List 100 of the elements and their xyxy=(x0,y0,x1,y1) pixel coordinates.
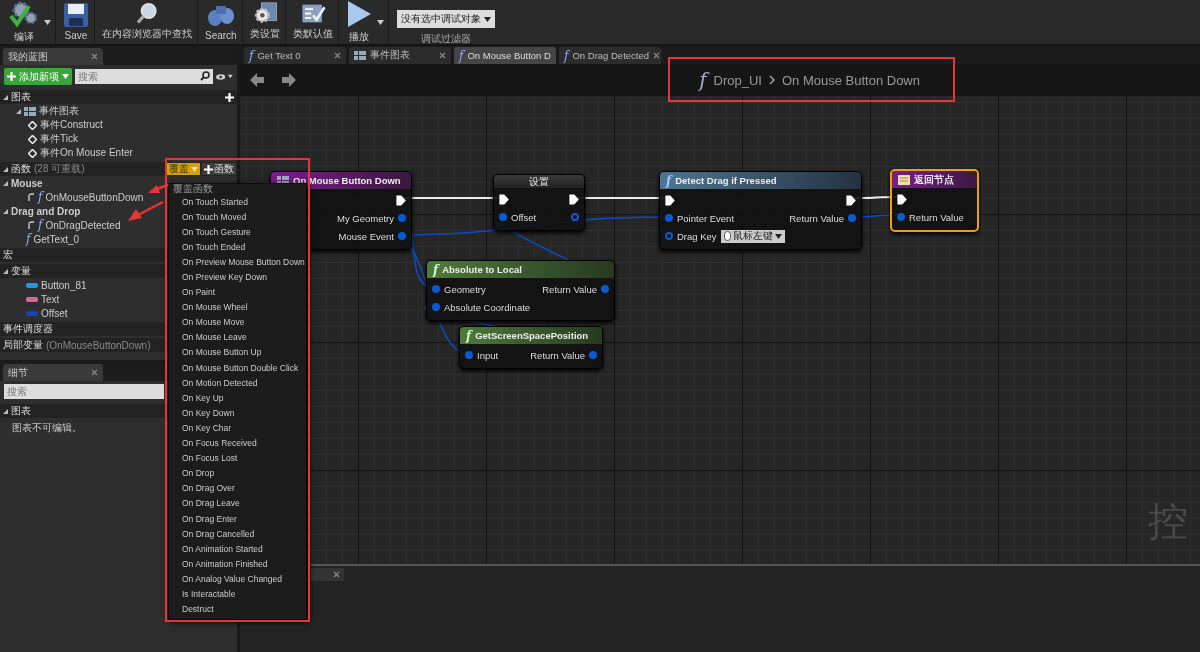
menu-item[interactable]: On Mouse Button Double Click xyxy=(182,360,299,376)
tree-item[interactable]: f GetText_0 xyxy=(0,232,83,246)
expand-arrow-icon[interactable] xyxy=(3,408,8,414)
data-pin[interactable] xyxy=(398,232,406,240)
toolbar-button[interactable]: 类设置 xyxy=(244,0,286,44)
close-icon[interactable] xyxy=(91,53,98,60)
graph-tab[interactable]: f Get Text 0 xyxy=(244,47,346,64)
expand-arrow-icon[interactable] xyxy=(3,166,8,172)
menu-item[interactable]: On Animation Finished xyxy=(182,556,268,572)
close-icon[interactable] xyxy=(653,52,661,59)
graph-node[interactable]: f Absolute to Local Geometry Return Value Absolute Coordinate xyxy=(426,260,615,321)
search-field[interactable]: 搜索 xyxy=(4,384,164,399)
close-icon[interactable] xyxy=(91,369,98,376)
eye-icon[interactable] xyxy=(216,72,226,81)
data-pin[interactable] xyxy=(848,214,856,222)
override-button[interactable]: 覆盖 xyxy=(167,163,200,175)
data-pin[interactable] xyxy=(601,285,609,293)
expand-arrow-icon[interactable] xyxy=(16,108,21,114)
menu-item[interactable]: On Mouse Wheel xyxy=(182,299,248,315)
graph-tab[interactable]: 事件图表 xyxy=(349,47,451,64)
graph-node[interactable]: 返回节点 Return Value xyxy=(890,169,979,232)
menu-item[interactable]: On Drag Over xyxy=(182,480,235,496)
menu-item[interactable]: On Touch Started xyxy=(182,194,248,210)
search-field[interactable]: 搜索 xyxy=(75,69,213,84)
close-icon[interactable] xyxy=(333,571,340,578)
section-header[interactable]: 函数 (28 可重载) 覆盖 函数 xyxy=(0,162,237,176)
menu-item[interactable]: On Focus Lost xyxy=(182,450,238,466)
section-header[interactable]: 图表 xyxy=(0,90,237,104)
menu-item[interactable]: On Touch Gesture xyxy=(182,224,251,240)
data-pin[interactable] xyxy=(897,213,905,221)
graph-tab[interactable]: f On Mouse Button D xyxy=(454,47,556,64)
graph-node[interactable]: 设置 Offset xyxy=(493,174,585,231)
expand-arrow-icon[interactable] xyxy=(3,268,8,274)
data-pin[interactable] xyxy=(571,213,579,221)
data-pin[interactable] xyxy=(398,214,406,222)
menu-item[interactable]: Destruct xyxy=(182,601,214,617)
exec-pin[interactable] xyxy=(569,193,579,205)
expand-arrow-icon[interactable] xyxy=(3,180,8,186)
panel-tab[interactable]: 细节 xyxy=(3,364,103,381)
exec-pin[interactable] xyxy=(846,194,856,206)
key-dropdown[interactable]: 鼠标左键 xyxy=(720,229,785,243)
tree-item[interactable]: f OnDragDetected xyxy=(0,218,124,232)
add-function-button[interactable]: 函数 xyxy=(202,163,236,175)
caret-icon xyxy=(62,74,69,79)
tree-item[interactable]: Drag and Drop xyxy=(0,204,84,218)
data-pin[interactable] xyxy=(589,351,597,359)
toolbar-button[interactable]: Save xyxy=(58,0,95,44)
menu-item[interactable]: On Paint xyxy=(182,284,216,300)
back-arrow-icon[interactable] xyxy=(250,73,264,87)
exec-pin[interactable] xyxy=(897,193,907,205)
breadcrumb-item[interactable]: On Mouse Button Down xyxy=(781,72,920,88)
debug-filter-dropdown[interactable]: 没有选中调试对象 xyxy=(396,10,495,28)
graph-tab[interactable]: f On Drag Detected xyxy=(559,47,661,64)
expand-arrow-icon[interactable] xyxy=(3,208,8,214)
tree-item[interactable]: f OnMouseButtonDown xyxy=(0,190,147,204)
menu-item[interactable]: On Motion Detected xyxy=(182,375,258,391)
tree-item[interactable]: Button_81 xyxy=(0,278,90,292)
tree-item[interactable]: 事件图表 xyxy=(0,104,82,118)
menu-item[interactable]: On Focus Received xyxy=(182,435,257,451)
menu-item[interactable]: On Key Char xyxy=(182,420,232,436)
menu-item[interactable]: On Key Up xyxy=(182,390,224,406)
toolbar-button[interactable]: 在内容浏览器中查找 xyxy=(97,0,198,44)
add-button[interactable] xyxy=(223,91,236,103)
toolbar-button[interactable]: 播放 xyxy=(340,0,377,47)
close-icon[interactable] xyxy=(439,52,446,59)
toolbar-button[interactable]: 类默认值 xyxy=(287,0,339,44)
expand-arrow-icon[interactable] xyxy=(3,94,8,100)
menu-item[interactable]: On Touch Moved xyxy=(182,209,247,225)
menu-item[interactable]: On Analog Value Changed xyxy=(182,571,283,587)
menu-item[interactable]: On Drop xyxy=(182,465,215,481)
menu-item[interactable]: Is Interactable xyxy=(182,586,236,602)
tree-item[interactable]: Text xyxy=(0,292,63,306)
menu-item[interactable]: On Key Down xyxy=(182,405,235,421)
function-icon: f xyxy=(38,218,43,232)
data-pin[interactable] xyxy=(499,213,507,221)
tree-item[interactable]: 事件Tick xyxy=(0,132,81,146)
graph-node[interactable]: f GetScreenSpacePosition Input Return Value xyxy=(459,326,603,369)
data-pin[interactable] xyxy=(432,303,440,311)
exec-pin[interactable] xyxy=(499,193,509,205)
forward-arrow-icon[interactable] xyxy=(282,73,296,87)
tree-item[interactable]: Mouse xyxy=(0,176,46,190)
data-pin[interactable] xyxy=(465,351,473,359)
tree-item[interactable]: 事件Construct xyxy=(0,118,106,132)
menu-item[interactable]: On Animation Started xyxy=(182,541,263,557)
toolbar-button[interactable]: Search xyxy=(200,0,243,44)
close-icon[interactable] xyxy=(334,52,341,59)
tree-item[interactable]: Offset xyxy=(0,306,71,320)
data-pin[interactable] xyxy=(665,232,673,240)
graph-node[interactable]: f Detect Drag if Pressed Pointer Event Return Value Drag Key 鼠标左键 xyxy=(659,171,862,250)
breadcrumb-item[interactable]: Drop_UI xyxy=(713,72,762,88)
data-pin[interactable] xyxy=(665,214,673,222)
menu-item[interactable]: On Drag Enter xyxy=(182,510,237,527)
exec-pin[interactable] xyxy=(665,194,675,206)
tree-item[interactable]: 事件On Mouse Enter xyxy=(0,146,136,160)
exec-pin[interactable] xyxy=(396,194,406,206)
data-pin[interactable] xyxy=(432,285,440,293)
toolbar-button[interactable]: 编译 xyxy=(4,0,44,47)
panel-tab[interactable]: 我的蓝图 xyxy=(3,48,103,65)
menu-item[interactable]: On Drag Cancelled xyxy=(182,526,255,542)
menu-item[interactable]: On Drag Leave xyxy=(182,495,240,511)
